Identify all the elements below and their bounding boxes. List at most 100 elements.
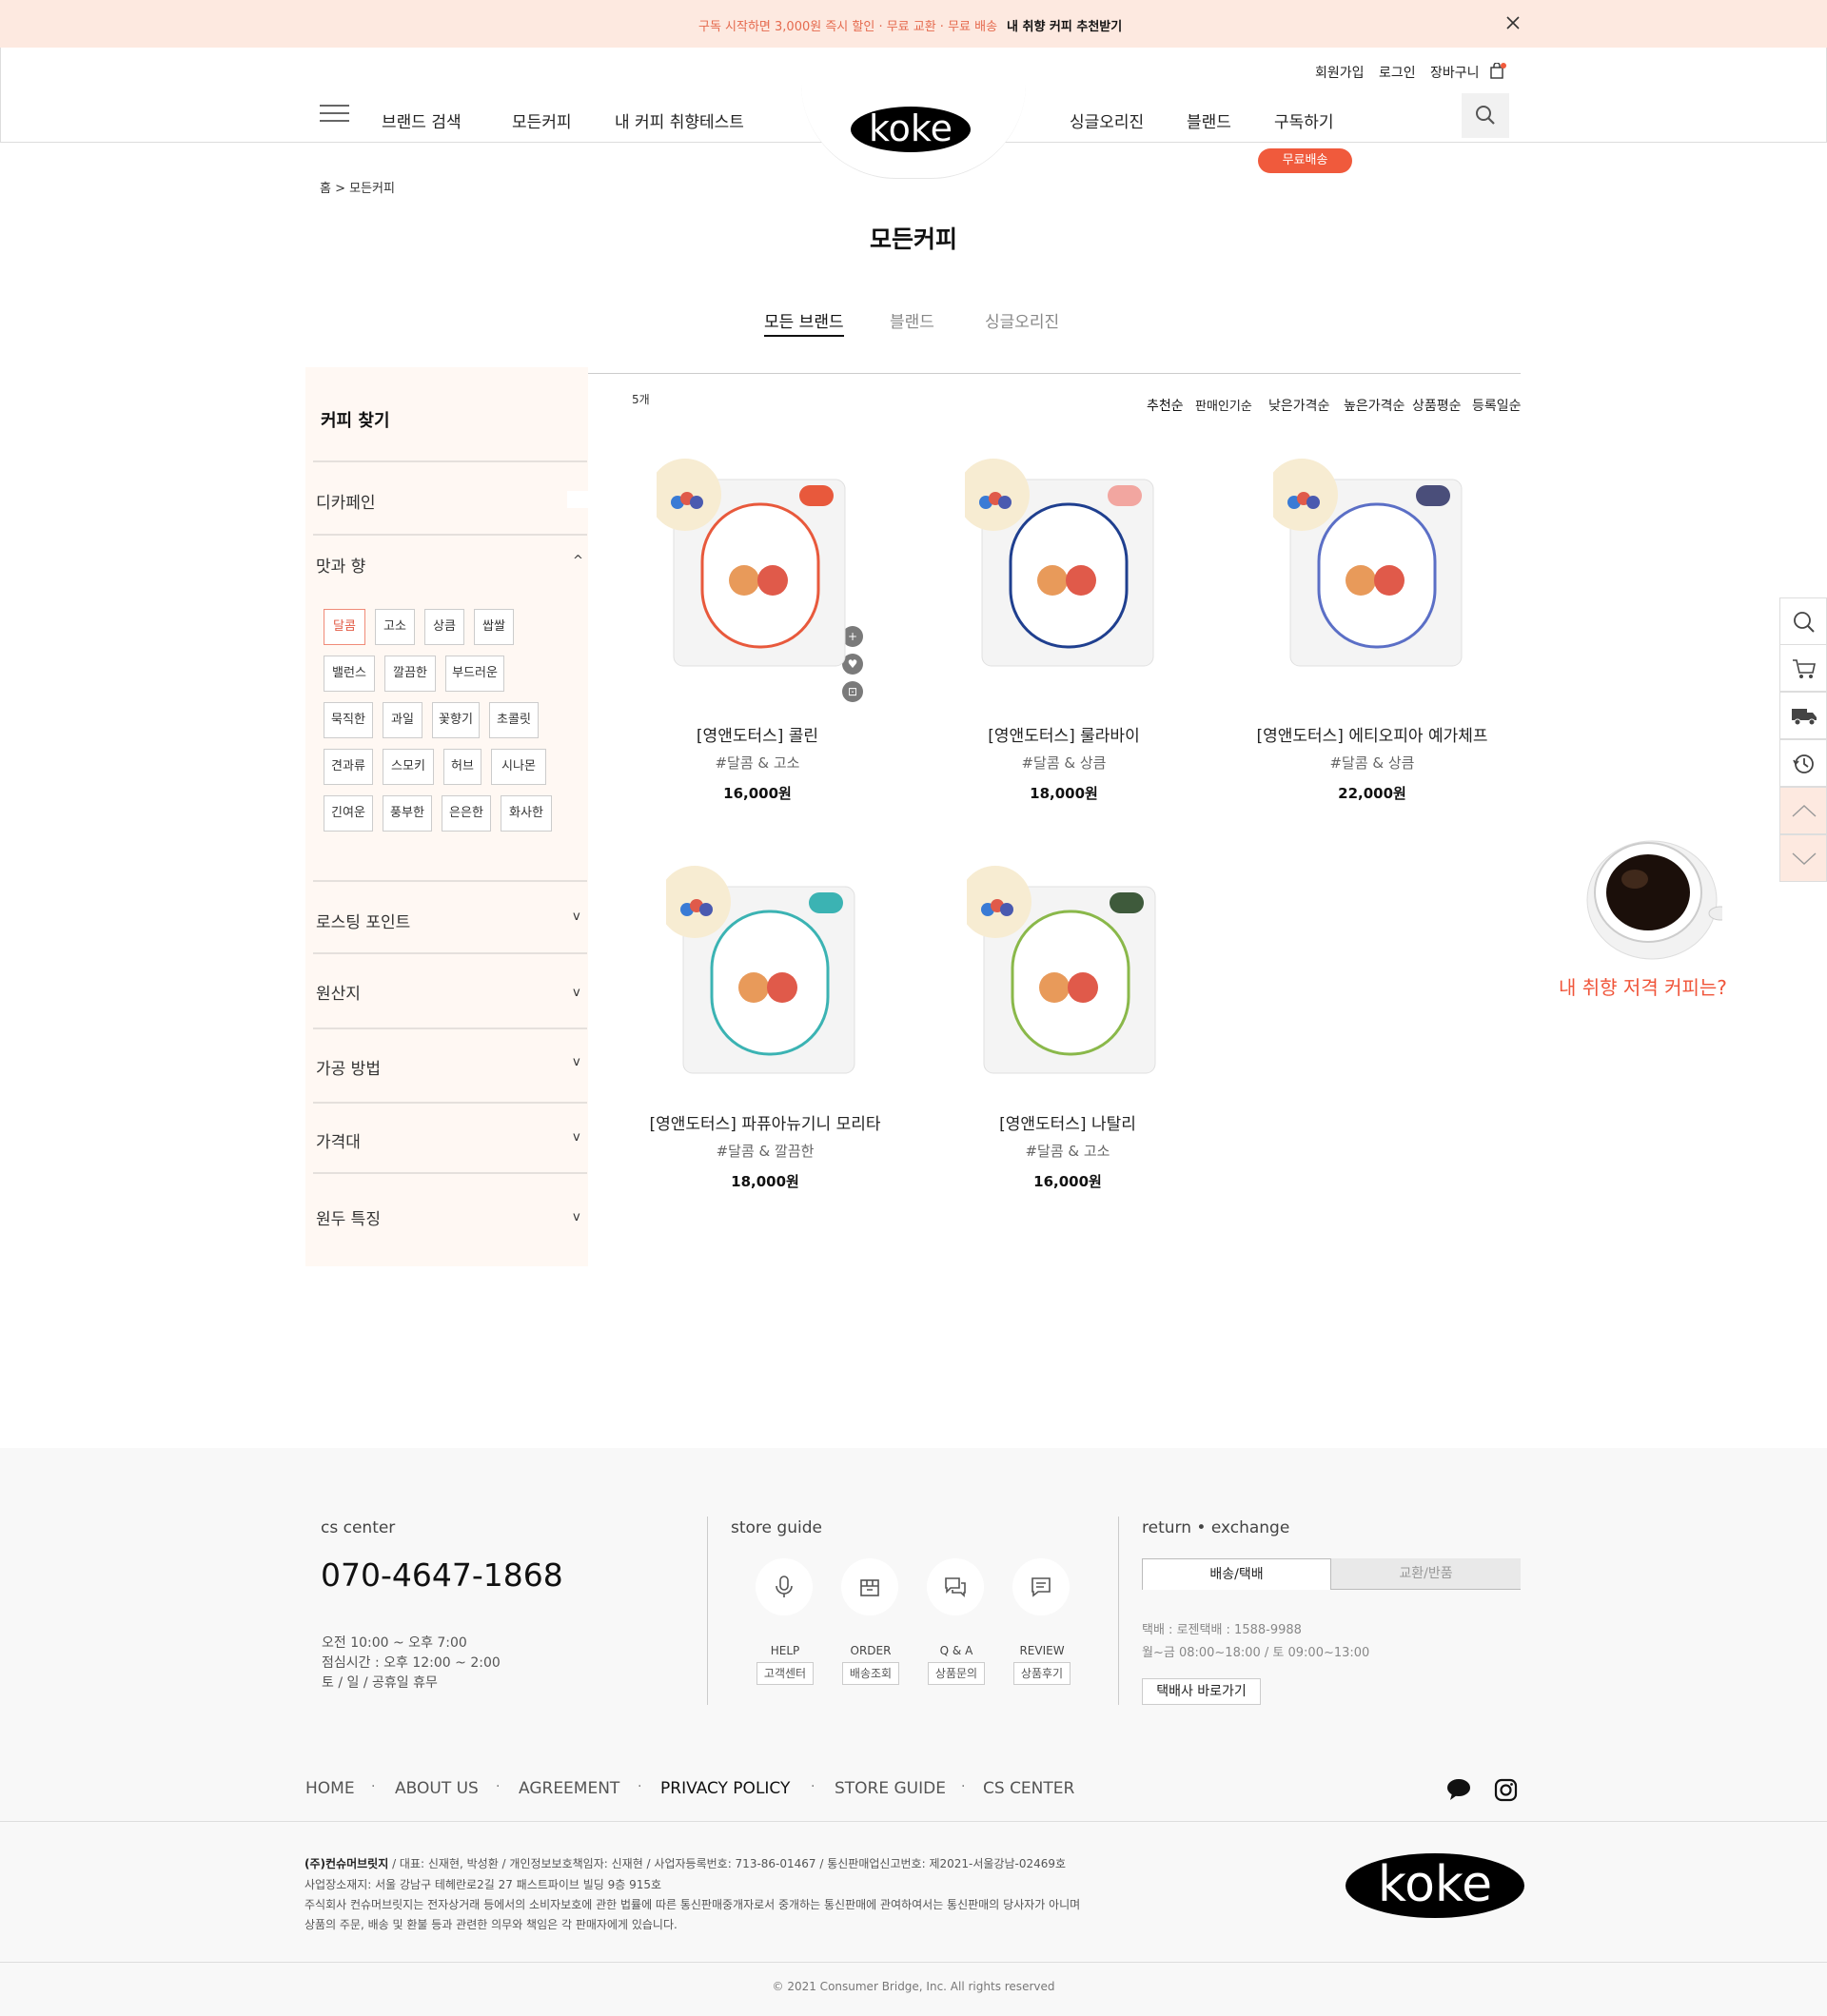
product-name[interactable]: [영앤도터스] 룰라바이 — [921, 722, 1207, 746]
nav-blend[interactable]: 블랜드 — [1187, 108, 1231, 132]
tab-delivery[interactable]: 배송/택배 — [1142, 1558, 1331, 1590]
flavor-tag[interactable]: 달콤 — [324, 609, 365, 645]
flavor-tag[interactable]: 허브 — [443, 749, 481, 785]
quick-history-button[interactable] — [1779, 739, 1827, 787]
chevron-down-icon[interactable]: v — [573, 910, 580, 924]
product-name[interactable]: [영앤도터스] 콜린 — [615, 722, 900, 746]
kakaotalk-icon[interactable] — [1446, 1778, 1471, 1801]
flavor-tag[interactable]: 부드러운 — [445, 656, 504, 692]
sort-low-price[interactable]: 낮은가격순 — [1268, 396, 1329, 415]
history-icon — [1793, 754, 1814, 773]
flavor-tag[interactable]: 은은한 — [442, 795, 491, 832]
cart-link[interactable]: 장바구니 — [1430, 63, 1480, 82]
product-review-button[interactable]: 상품후기 — [1013, 1662, 1071, 1685]
nav-all-coffee[interactable]: 모든커피 — [512, 108, 572, 132]
footer-link-cs-center[interactable]: CS CENTER — [983, 1779, 1074, 1798]
instagram-icon[interactable] — [1494, 1778, 1518, 1802]
flavor-tag[interactable]: 깔끔한 — [384, 656, 436, 692]
sort-reviews[interactable]: 상품평순 — [1412, 396, 1462, 415]
filter-flavor[interactable]: 맛과 향 — [316, 553, 365, 577]
filter-roasting-point[interactable]: 로스팅 포인트 — [316, 909, 410, 932]
scroll-down-button[interactable] — [1779, 834, 1827, 882]
review-circle-button[interactable] — [1012, 1558, 1070, 1615]
nav-subscribe[interactable]: 구독하기 — [1274, 108, 1334, 132]
quick-cart-button[interactable] — [1779, 644, 1827, 692]
footer-link-store-guide[interactable]: STORE GUIDE — [835, 1779, 946, 1798]
flavor-tag[interactable]: 상큼 — [424, 609, 464, 645]
flavor-tag[interactable]: 쌉쌀 — [474, 609, 514, 645]
footer-link-about[interactable]: ABOUT US — [395, 1779, 479, 1798]
nav-taste-test[interactable]: 내 커피 취향테스트 — [615, 108, 744, 132]
flavor-tag[interactable]: 시나몬 — [491, 749, 546, 785]
filter-process[interactable]: 가공 방법 — [316, 1055, 381, 1079]
delivery-check-button[interactable]: 배송조회 — [842, 1662, 899, 1685]
flavor-tag[interactable]: 고소 — [375, 609, 415, 645]
footer-link-home[interactable]: HOME — [305, 1779, 355, 1798]
sort-newest[interactable]: 등록일순 — [1472, 396, 1522, 415]
flavor-tag[interactable]: 긴여운 — [324, 795, 373, 832]
hamburger-menu-icon[interactable] — [320, 105, 349, 122]
nav-brand-search[interactable]: 브랜드 검색 — [382, 108, 462, 132]
cart-icon[interactable]: ⊡ — [842, 681, 863, 702]
product-name[interactable]: [영앤도터스] 나탈리 — [925, 1110, 1210, 1134]
chevron-down-icon[interactable]: v — [573, 1130, 580, 1145]
order-circle-button[interactable] — [841, 1558, 898, 1615]
decaf-toggle[interactable] — [567, 491, 588, 508]
quick-delivery-button[interactable] — [1779, 692, 1827, 739]
product-image[interactable] — [1266, 457, 1473, 677]
close-icon[interactable] — [1503, 13, 1522, 32]
sort-high-price[interactable]: 높은가격순 — [1344, 396, 1405, 415]
signup-link[interactable]: 회원가입 — [1315, 63, 1365, 82]
product-name[interactable]: [영앤도터스] 에티오피아 예가체프 — [1229, 722, 1515, 746]
shopping-bag-icon[interactable] — [1489, 63, 1506, 80]
chevron-up-icon[interactable]: ^ — [573, 554, 583, 568]
flavor-tag[interactable]: 스모키 — [383, 749, 434, 785]
flavor-tag[interactable]: 화사한 — [501, 795, 552, 832]
qna-label: Q & A — [939, 1644, 973, 1657]
filter-origin[interactable]: 원산지 — [316, 980, 361, 1004]
filter-price-range[interactable]: 가격대 — [316, 1128, 361, 1152]
koke-logo[interactable]: koke — [851, 107, 971, 152]
sort-popular[interactable]: 판매인기순 — [1195, 396, 1252, 414]
footer-link-agreement[interactable]: AGREEMENT — [519, 1779, 619, 1798]
quick-search-button[interactable] — [1779, 597, 1827, 645]
footer-link-privacy[interactable]: PRIVACY POLICY — [660, 1779, 790, 1798]
divider — [588, 373, 1521, 374]
flavor-tag[interactable]: 과일 — [383, 702, 422, 738]
qna-circle-button[interactable] — [927, 1558, 984, 1615]
footer-koke-logo[interactable]: koke — [1346, 1853, 1524, 1918]
flavor-tag[interactable]: 꽃향기 — [432, 702, 480, 738]
coffee-cup-image[interactable] — [1578, 826, 1733, 967]
flavor-tag[interactable]: 풍부한 — [383, 795, 432, 832]
product-image[interactable] — [957, 457, 1165, 677]
tab-single-origin[interactable]: 싱글오리진 — [985, 308, 1059, 332]
help-circle-button[interactable] — [756, 1558, 813, 1615]
taste-coffee-cta[interactable]: 내 취향 저격 커피는? — [1559, 972, 1727, 1000]
product-qna-button[interactable]: 상품문의 — [928, 1662, 985, 1685]
recommend-coffee-link[interactable]: 내 취향 커피 추천받기 — [1007, 16, 1122, 34]
search-icon — [1794, 612, 1815, 633]
flavor-tag[interactable]: 견과류 — [324, 749, 373, 785]
product-image[interactable] — [658, 864, 866, 1085]
login-link[interactable]: 로그인 — [1379, 63, 1416, 82]
chevron-down-icon[interactable]: v — [573, 1055, 580, 1069]
courier-link-button[interactable]: 택배사 바로가기 — [1142, 1678, 1261, 1705]
tab-exchange-return[interactable]: 교환/반품 — [1331, 1558, 1521, 1590]
filter-decaf[interactable]: 디카페인 — [316, 489, 376, 513]
chevron-down-icon[interactable]: v — [573, 986, 580, 1000]
nav-single-origin[interactable]: 싱글오리진 — [1070, 108, 1144, 132]
tab-all-brands[interactable]: 모든 브랜드 — [764, 308, 844, 337]
product-image[interactable] — [649, 457, 856, 677]
flavor-tag[interactable]: 초콜릿 — [489, 702, 539, 738]
cs-center-button[interactable]: 고객센터 — [756, 1662, 814, 1685]
product-image[interactable] — [959, 864, 1167, 1085]
flavor-tag[interactable]: 묵직한 — [324, 702, 373, 738]
scroll-up-button[interactable] — [1779, 787, 1827, 834]
header-search-button[interactable] — [1462, 93, 1509, 138]
sort-recommended[interactable]: 추천순 — [1147, 396, 1184, 415]
filter-bean-feature[interactable]: 원두 특징 — [316, 1205, 381, 1229]
tab-blend[interactable]: 블랜드 — [890, 308, 934, 332]
flavor-tag[interactable]: 밸런스 — [324, 656, 375, 692]
product-name[interactable]: [영앤도터스] 파퓨아뉴기니 모리타 — [622, 1110, 908, 1134]
chevron-down-icon[interactable]: v — [573, 1210, 580, 1224]
